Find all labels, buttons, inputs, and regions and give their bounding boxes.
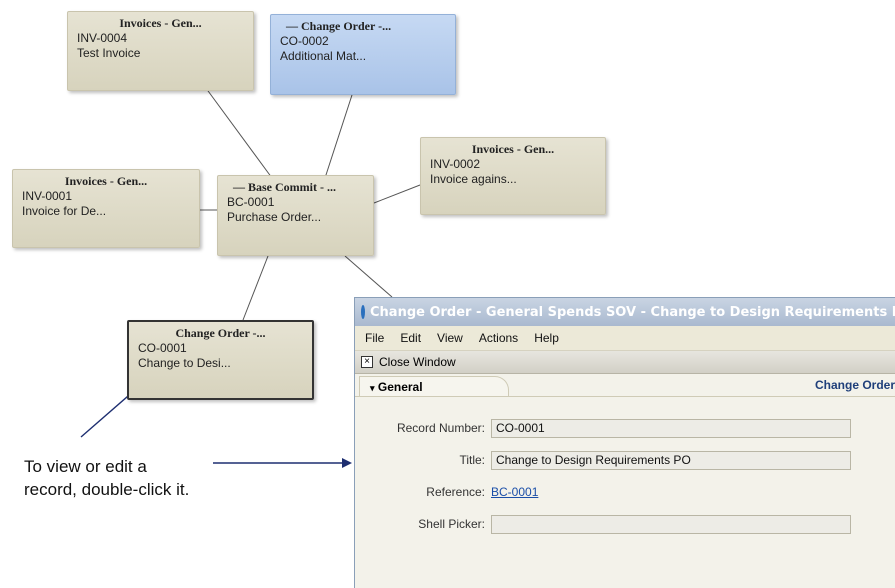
- expand-icon[interactable]: —: [233, 180, 248, 194]
- reference-row: Reference: BC-0001: [355, 479, 895, 505]
- window-titlebar[interactable]: Change Order - General Spends SOV - Chan…: [355, 298, 895, 326]
- node-description: Invoice agains...: [430, 172, 517, 186]
- node-change-order-co-0002[interactable]: — Change Order -... CO-0002 Additional M…: [270, 14, 456, 95]
- menu-bar: File Edit View Actions Help: [355, 326, 895, 351]
- menu-view[interactable]: View: [437, 331, 463, 345]
- tab-row: ▾ General Change Order: [355, 374, 895, 397]
- menu-help[interactable]: Help: [534, 331, 559, 345]
- shell-picker-label: Shell Picker:: [418, 517, 485, 531]
- node-invoice-inv-0001[interactable]: Invoices - Gen... INV-0001 Invoice for D…: [12, 169, 200, 248]
- change-order-window: Change Order - General Spends SOV - Chan…: [354, 297, 895, 588]
- node-title: Change Order -...: [301, 19, 392, 33]
- browser-icon: [361, 305, 365, 319]
- node-title: Invoices - Gen...: [471, 142, 555, 156]
- node-number: INV-0002: [430, 157, 481, 171]
- shell-picker-field[interactable]: [491, 514, 851, 534]
- record-number-row: Record Number: CO-0001: [355, 415, 895, 441]
- close-window-button[interactable]: × Close Window: [361, 355, 456, 369]
- node-title: Base Commit - ...: [248, 180, 336, 194]
- title-field[interactable]: Change to Design Requirements PO: [491, 450, 851, 470]
- tab-general[interactable]: ▾ General: [359, 376, 509, 396]
- reference-label: Reference:: [426, 485, 485, 499]
- shell-picker-row: Shell Picker:: [355, 511, 895, 537]
- node-title: Invoices - Gen...: [64, 174, 148, 188]
- title-label: Title:: [459, 453, 485, 467]
- close-icon: ×: [361, 356, 373, 368]
- toolbar: × Close Window: [355, 351, 895, 374]
- title-row: Title: Change to Design Requirements PO: [355, 447, 895, 473]
- window-title: Change Order - General Spends SOV - Chan…: [370, 304, 895, 320]
- tab-collapse-icon: ▾: [370, 383, 375, 393]
- node-number: CO-0002: [280, 34, 329, 48]
- tab-general-label: General: [377, 380, 423, 394]
- node-number: BC-0001: [227, 195, 275, 209]
- menu-file[interactable]: File: [365, 331, 384, 345]
- menu-actions[interactable]: Actions: [479, 331, 518, 345]
- node-invoice-inv-0002[interactable]: Invoices - Gen... INV-0002 Invoice again…: [420, 137, 606, 215]
- node-number: INV-0001: [22, 189, 73, 203]
- node-base-commit-bc-0001[interactable]: — Base Commit - ... BC-0001 Purchase Ord…: [217, 175, 374, 256]
- instruction-callout: To view or edit a record, double-click i…: [24, 455, 189, 501]
- node-title: Invoices - Gen...: [119, 16, 202, 30]
- record-number-label: Record Number:: [396, 421, 485, 435]
- node-number: CO-0001: [138, 341, 187, 355]
- node-description: Change to Desi...: [138, 356, 231, 370]
- node-description: Test Invoice: [77, 46, 141, 60]
- general-form: Record Number: CO-0001 Title: Change to …: [355, 397, 895, 537]
- close-window-label: Close Window: [379, 355, 456, 369]
- node-description: Additional Mat...: [280, 49, 367, 63]
- node-description: Purchase Order...: [227, 210, 322, 224]
- record-number-field[interactable]: CO-0001: [491, 418, 851, 438]
- reference-link[interactable]: BC-0001: [491, 485, 538, 499]
- node-change-order-co-0001[interactable]: Change Order -... CO-0001 Change to Desi…: [127, 320, 314, 400]
- node-invoice-inv-0004[interactable]: Invoices - Gen... INV-0004 Test Invoice: [67, 11, 254, 91]
- menu-edit[interactable]: Edit: [400, 331, 421, 345]
- node-description: Invoice for De...: [22, 204, 107, 218]
- instruction-line-2: record, double-click it.: [24, 480, 190, 499]
- form-type-label: Change Order: [814, 378, 895, 392]
- node-title: Change Order -...: [175, 326, 266, 340]
- expand-icon[interactable]: —: [286, 19, 301, 33]
- instruction-line-1: To view or edit a: [24, 457, 147, 476]
- node-number: INV-0004: [77, 31, 128, 45]
